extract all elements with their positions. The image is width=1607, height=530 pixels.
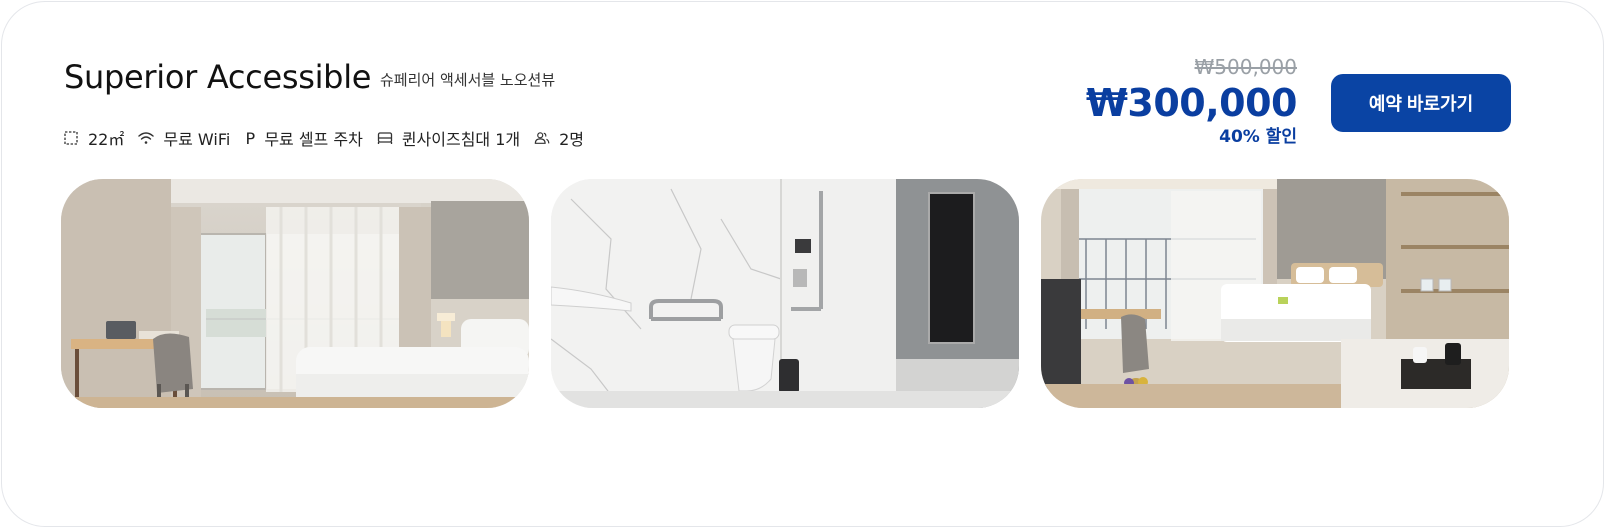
book-now-button[interactable]: 예약 바로가기 xyxy=(1331,74,1511,132)
parking-icon: P xyxy=(245,128,256,148)
bed-icon xyxy=(377,130,393,146)
discount-label: 40% 할인 xyxy=(1219,127,1297,147)
room-photo-bedroom[interactable] xyxy=(61,179,529,408)
amenity-parking: P 무료 셀프 주차 xyxy=(244,126,363,150)
amenity-parking-label: 무료 셀프 주차 xyxy=(264,130,363,149)
room-size-icon xyxy=(63,130,79,146)
amenity-room-size: 22㎡ xyxy=(63,126,124,150)
room-photo-overview[interactable] xyxy=(1041,179,1509,408)
amenity-guests-label: 2명 xyxy=(559,130,585,149)
bedroom-photo-illustration xyxy=(61,179,529,408)
amenity-wifi: 무료 WiFi xyxy=(138,126,230,150)
overview-photo-illustration xyxy=(1041,179,1509,408)
original-price: ₩500,000 xyxy=(1194,55,1297,79)
amenity-bed-label: 퀸사이즈침대 1개 xyxy=(401,130,521,149)
amenity-wifi-label: 무료 WiFi xyxy=(163,130,231,149)
room-photo-bathroom[interactable] xyxy=(551,179,1019,408)
current-price: ₩300,000 xyxy=(1086,81,1298,125)
price-block: ₩500,000 ₩300,000 40% 할인 xyxy=(1086,54,1298,148)
guests-icon xyxy=(534,130,550,146)
amenity-bed: 퀸사이즈침대 1개 xyxy=(377,126,520,150)
amenities-list: 22㎡ 무료 WiFi P 무료 셀프 주차 퀸사이즈침대 1개 2명 xyxy=(63,126,598,150)
amenity-guests: 2명 xyxy=(534,126,584,150)
amenity-room-size-label: 22㎡ xyxy=(88,130,125,149)
bathroom-photo-illustration xyxy=(551,179,1019,408)
room-subtitle: 슈페리어 액세서블 노오션뷰 xyxy=(380,71,556,89)
room-title: Superior Accessible xyxy=(64,58,372,96)
wifi-icon xyxy=(138,130,155,146)
